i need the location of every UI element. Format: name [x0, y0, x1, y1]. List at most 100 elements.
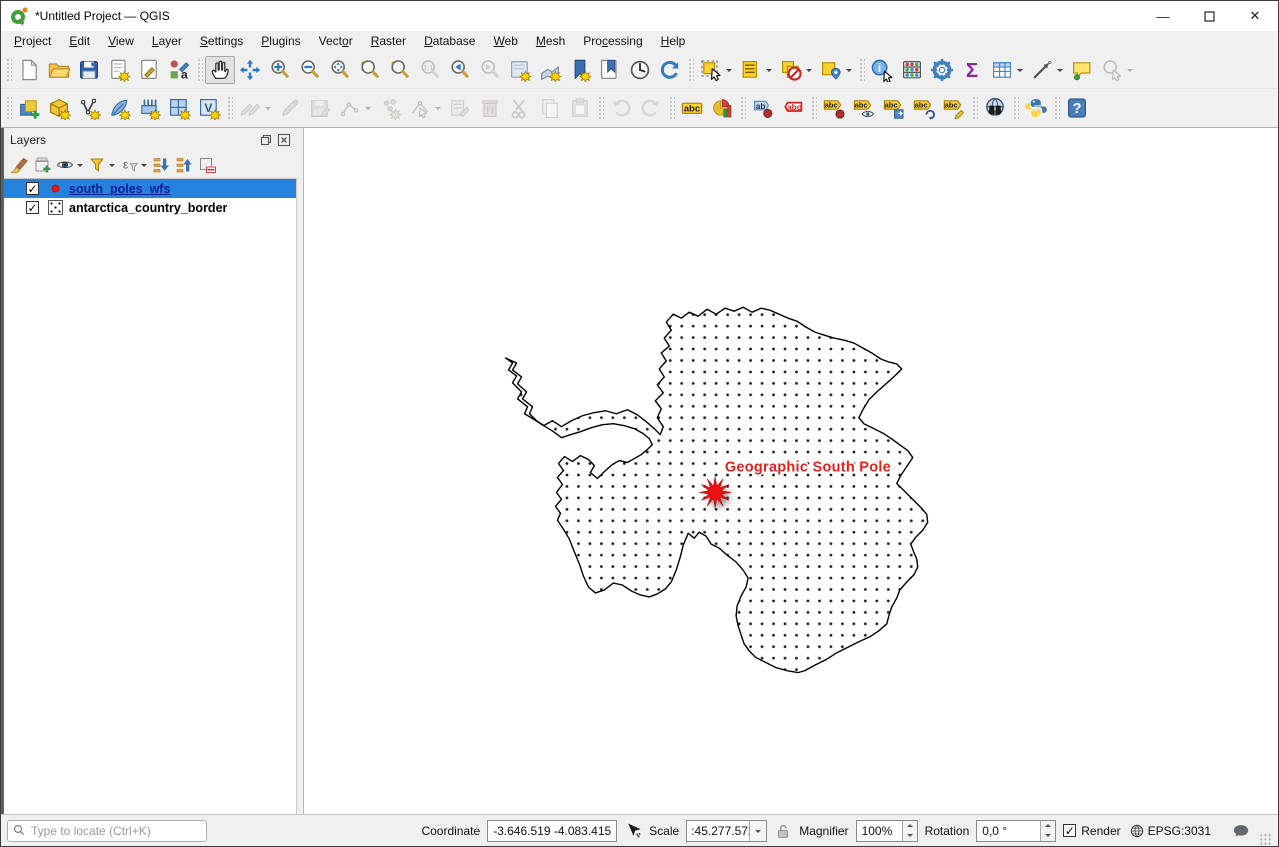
render-checkbox[interactable]: ✓	[1063, 824, 1076, 837]
run-feature-action-dropdown[interactable]	[1125, 58, 1134, 82]
manage-map-themes-dropdown[interactable]	[76, 155, 84, 175]
metasearch-button[interactable]	[980, 94, 1010, 122]
show-layout-manager-button[interactable]	[134, 56, 164, 84]
identify-features-button[interactable]: i	[867, 56, 897, 84]
new-map-view-button[interactable]	[505, 56, 535, 84]
maximize-button[interactable]	[1186, 1, 1232, 31]
zoom-to-layer-button[interactable]	[355, 56, 385, 84]
open-attribute-table-dropdown[interactable]	[1015, 58, 1024, 82]
python-console-button[interactable]	[1021, 94, 1051, 122]
deselect-features-dropdown[interactable]	[804, 58, 813, 82]
close-button[interactable]: ✕	[1232, 1, 1278, 31]
move-label-button[interactable]: abc	[879, 94, 909, 122]
toolbar-grip[interactable]	[687, 57, 694, 83]
panel-splitter[interactable]	[297, 128, 304, 814]
menu-web[interactable]: Web	[484, 32, 526, 50]
processing-toolbox-button[interactable]	[927, 56, 957, 84]
new-gpx-layer-button[interactable]	[164, 94, 194, 122]
pin-label-button[interactable]: abc	[819, 94, 849, 122]
layer-labeling-options-button[interactable]: abc	[677, 94, 707, 122]
new-print-layout-button[interactable]	[104, 56, 134, 84]
select-features-button[interactable]	[696, 56, 736, 84]
save-project-button[interactable]	[74, 56, 104, 84]
new-spatial-bookmark-button[interactable]	[565, 56, 595, 84]
select-features-by-value-button[interactable]	[736, 56, 776, 84]
scale-combo[interactable]: :45.277.572	[686, 820, 767, 842]
panel-close-icon[interactable]	[277, 133, 291, 147]
layer-checkbox[interactable]: ✓	[26, 201, 39, 214]
locate-box[interactable]	[7, 820, 207, 842]
new-spatialite-layer-button[interactable]	[104, 94, 134, 122]
menu-edit[interactable]: Edit	[60, 32, 99, 50]
open-field-calculator-button[interactable]	[897, 56, 927, 84]
measure-line-dropdown[interactable]	[1055, 58, 1064, 82]
select-features-by-value-dropdown[interactable]	[764, 58, 773, 82]
change-label-button[interactable]: abc	[939, 94, 969, 122]
select-features-dropdown[interactable]	[724, 58, 733, 82]
scale-dropdown[interactable]	[749, 821, 766, 841]
layer-checkbox[interactable]: ✓	[26, 182, 39, 195]
zoom-last-button[interactable]	[445, 56, 475, 84]
show-spatial-bookmarks-button[interactable]	[595, 56, 625, 84]
menu-project[interactable]: Project	[5, 32, 60, 50]
menu-raster[interactable]: Raster	[362, 32, 415, 50]
new-project-button[interactable]	[14, 56, 44, 84]
open-attribute-table-button[interactable]	[987, 56, 1027, 84]
layer-row-south_poles_wfs[interactable]: ✓ south_poles_wfs	[4, 179, 296, 198]
magnifier-up[interactable]	[903, 821, 917, 831]
show-map-tips-button[interactable]	[1067, 56, 1097, 84]
filter-legend-button[interactable]	[86, 154, 117, 176]
filter-legend-expression-button[interactable]: ε	[118, 154, 149, 176]
deselect-features-button[interactable]	[776, 56, 816, 84]
toggle-extents-icon[interactable]	[624, 822, 642, 840]
toolbar-grip[interactable]	[1012, 95, 1019, 121]
add-group-button[interactable]	[31, 154, 53, 176]
toolbar-grip[interactable]	[971, 95, 978, 121]
menu-settings[interactable]: Settings	[191, 32, 252, 50]
pan-map-button[interactable]	[205, 56, 235, 84]
expand-all-button[interactable]	[150, 154, 172, 176]
rotation-up[interactable]	[1041, 821, 1055, 831]
select-by-location-button[interactable]	[816, 56, 856, 84]
menu-help[interactable]: Help	[652, 32, 695, 50]
menu-plugins[interactable]: Plugins	[252, 32, 309, 50]
vertex-tool-dropdown[interactable]	[433, 96, 442, 120]
layer-row-antarctica_country_border[interactable]: ✓ antarctica_country_border	[4, 198, 296, 217]
toolbar-grip[interactable]	[5, 95, 12, 121]
toolbar-grip[interactable]	[668, 95, 675, 121]
layer-diagram-options-button[interactable]	[707, 94, 737, 122]
menu-view[interactable]: View	[99, 32, 143, 50]
menu-layer[interactable]: Layer	[143, 32, 191, 50]
toolbar-grip[interactable]	[858, 57, 865, 83]
remove-layer-button[interactable]	[196, 154, 218, 176]
locate-input[interactable]	[31, 824, 202, 838]
coordinate-value[interactable]: -3.646.519 -4.083.415	[487, 820, 617, 842]
toolbar-grip[interactable]	[226, 95, 233, 121]
minimize-button[interactable]: —	[1140, 1, 1186, 31]
rotation-spinbox[interactable]: 0,0 °	[976, 820, 1056, 842]
toolbar-grip[interactable]	[810, 95, 817, 121]
magnifier-down[interactable]	[903, 831, 917, 841]
pin-unpin-labels-diagrams-button[interactable]: ab	[748, 94, 778, 122]
zoom-out-button[interactable]	[295, 56, 325, 84]
new-virtual-layer-button[interactable]: V	[194, 94, 224, 122]
style-manager-button[interactable]: a	[164, 56, 194, 84]
crs-globe-icon[interactable]	[1128, 822, 1146, 840]
toolbar-grip[interactable]	[5, 57, 12, 83]
layer-name[interactable]: south_poles_wfs	[69, 182, 170, 196]
filter-legend-expression-dropdown[interactable]	[140, 155, 148, 175]
epsg-label[interactable]: EPSG:3031	[1148, 824, 1211, 838]
pan-to-selection-button[interactable]	[235, 56, 265, 84]
menu-database[interactable]: Database	[415, 32, 484, 50]
new-3d-map-view-button[interactable]	[535, 56, 565, 84]
select-by-location-dropdown[interactable]	[844, 58, 853, 82]
toolbar-grip[interactable]	[196, 57, 203, 83]
digitize-segment-dropdown[interactable]	[363, 96, 372, 120]
toolbar-grip[interactable]	[1053, 95, 1060, 121]
zoom-to-selection-button[interactable]	[385, 56, 415, 84]
rotation-down[interactable]	[1041, 831, 1055, 841]
toolbar-grip[interactable]	[597, 95, 604, 121]
manage-map-themes-button[interactable]	[54, 154, 85, 176]
menu-vector[interactable]: Vector	[310, 32, 362, 50]
layer-name[interactable]: antarctica_country_border	[69, 201, 227, 215]
